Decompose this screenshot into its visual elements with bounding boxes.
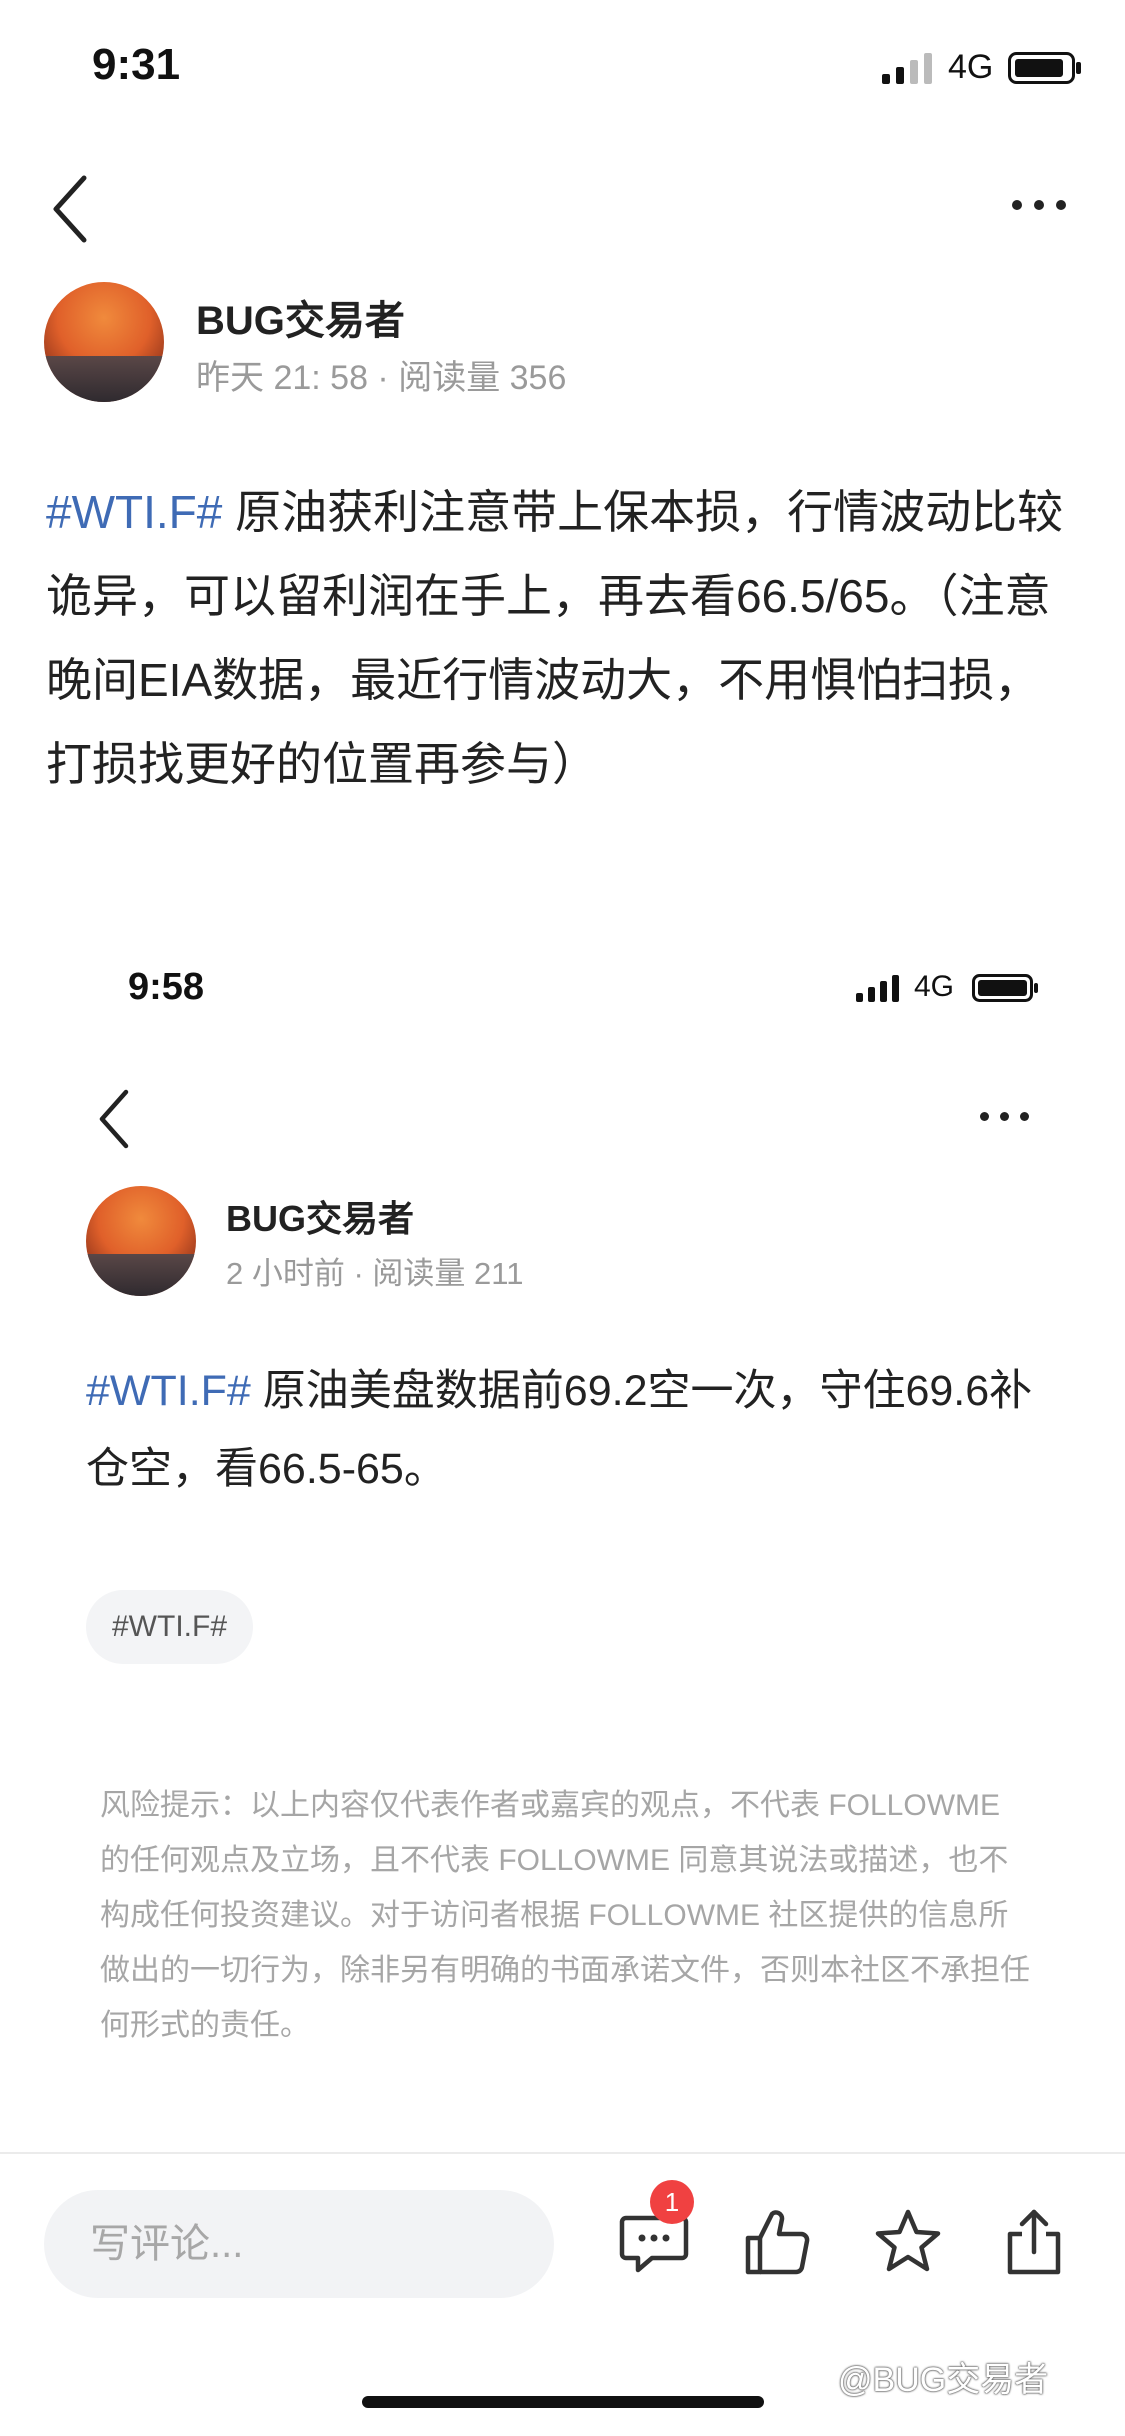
post-body-1: #WTI.F# 原油获利注意带上保本损，行情波动比较诡异，可以留利润在手上，再去… — [46, 470, 1086, 806]
author-header-2: BUG交易者 2 小时前 · 阅读量 211 — [86, 1186, 1046, 1306]
author-name[interactable]: BUG交易者 — [196, 288, 405, 346]
avatar[interactable] — [86, 1186, 196, 1296]
bottom-action-bar: 写评论... 1 — [0, 2154, 1125, 2354]
author-header-1: BUG交易者 昨天 21: 58 · 阅读量 356 — [44, 282, 1044, 412]
signal-icon — [882, 50, 932, 84]
home-indicator[interactable] — [362, 2396, 764, 2408]
post-meta: 2 小时前 · 阅读量 211 — [226, 1256, 524, 1291]
share-icon — [1007, 2209, 1061, 2275]
back-icon[interactable] — [96, 1088, 132, 1155]
more-icon[interactable] — [980, 1112, 1029, 1121]
comment-button[interactable]: 1 — [616, 2180, 694, 2280]
favorite-button[interactable] — [870, 2204, 946, 2280]
battery-icon — [1008, 52, 1084, 89]
network-type: 4G — [914, 970, 955, 1003]
comment-count-badge: 1 — [650, 2180, 694, 2224]
status-time: 9:31 — [92, 40, 181, 89]
topic-chip[interactable]: #WTI.F# — [86, 1590, 254, 1664]
topic-tag-link[interactable]: #WTI.F# — [46, 486, 222, 538]
more-icon[interactable] — [1012, 200, 1066, 210]
share-button[interactable] — [996, 2204, 1072, 2280]
signal-icon — [856, 974, 899, 1002]
status-bar-1: 9:31 4G — [0, 0, 1125, 140]
back-icon[interactable] — [50, 174, 90, 249]
nav-bar-1 — [0, 160, 1125, 260]
author-name[interactable]: BUG交易者 — [226, 1190, 414, 1242]
post-meta: 昨天 21: 58 · 阅读量 356 — [196, 359, 567, 397]
avatar[interactable] — [44, 282, 164, 402]
like-button[interactable] — [740, 2204, 816, 2280]
risk-disclaimer: 风险提示：以上内容仅代表作者或嘉宾的观点，不代表 FOLLOWME 的任何观点及… — [100, 1789, 1030, 2042]
nav-bar-2 — [0, 1080, 1125, 1170]
post-body-2: #WTI.F# 原油美盘数据前69.2空一次，守住69.6补仓空，看66.5-6… — [86, 1352, 1046, 1508]
topic-tag-link[interactable]: #WTI.F# — [86, 1367, 251, 1415]
like-icon — [745, 2210, 810, 2275]
status-bar-2: 9:58 4G — [0, 950, 1125, 1050]
watermark: @BUG交易者 — [838, 2361, 1049, 2399]
status-time: 9:58 — [128, 966, 205, 1008]
battery-icon — [972, 974, 1040, 1007]
comment-input[interactable]: 写评论... — [44, 2190, 554, 2298]
star-icon — [875, 2209, 941, 2272]
network-type: 4G — [948, 48, 994, 86]
